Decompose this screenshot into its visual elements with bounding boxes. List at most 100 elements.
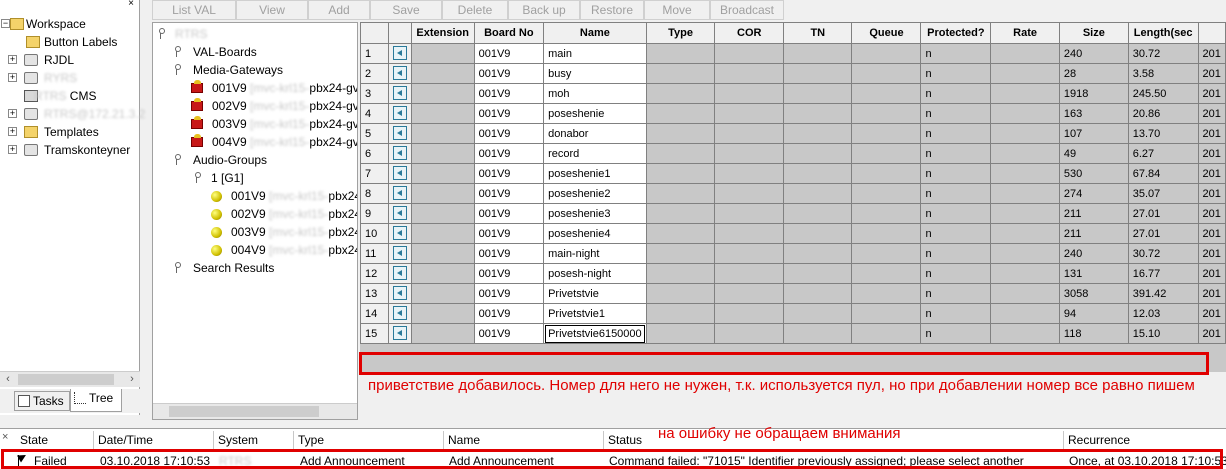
table-row[interactable]: 15 001V9 Privetstvie6150000 n 118 15.10 201 [360,323,1226,344]
cell-size[interactable]: 118 [1058,323,1129,344]
cell-board[interactable]: 001V9 [473,143,545,164]
cell-extra[interactable]: 201 [1197,223,1226,244]
table-row[interactable]: 7 001V9 poseshenie1 n 530 67.84 201 [360,163,1226,184]
cell-length[interactable]: 27.01 [1127,223,1199,244]
cell-board[interactable]: 001V9 [473,203,545,224]
cell-tn[interactable] [783,43,853,64]
toolbar-restore-button[interactable]: Restore [580,0,644,20]
cell-board[interactable]: 001V9 [473,63,545,84]
cell-extension[interactable] [410,43,475,64]
cell-queue[interactable] [851,283,922,304]
speaker-icon[interactable] [392,246,407,260]
cell-length[interactable]: 391.42 [1127,283,1199,304]
cell-name[interactable]: donabor [543,123,647,144]
speaker-icon[interactable] [392,86,407,100]
cell-type[interactable] [645,183,716,204]
close-icon[interactable]: × [2,431,8,443]
cell-tn[interactable] [783,123,853,144]
play-cell[interactable] [387,263,412,284]
cell-type[interactable] [645,303,716,324]
table-row[interactable]: 11 001V9 main-night n 240 30.72 201 [360,243,1226,264]
collapse-icon[interactable]: − [1,19,10,28]
cell-board[interactable]: 001V9 [473,263,545,284]
cell-name[interactable]: poseshenie4 [543,223,647,244]
cell-tn[interactable] [783,323,853,344]
cell-extension[interactable] [410,63,475,84]
col-recurrence[interactable]: Recurrence [1064,431,1226,449]
cell-queue[interactable] [851,223,922,244]
cell-name[interactable]: poseshenie2 [543,183,647,204]
toolbar-view-button[interactable]: View [236,0,308,20]
cell-queue[interactable] [851,163,922,184]
row-number[interactable]: 2 [360,63,389,84]
cell-rate[interactable] [990,43,1060,64]
play-cell[interactable] [387,43,412,64]
cell-type[interactable] [645,103,716,124]
expand-icon[interactable]: + [8,145,17,154]
cell-name[interactable]: record [543,143,647,164]
cell-cor[interactable] [714,163,785,184]
cell-queue[interactable] [851,43,922,64]
cell-length[interactable]: 12.03 [1127,303,1199,324]
cell-protected[interactable]: n [920,63,992,84]
cell-extra[interactable]: 201 [1197,243,1226,264]
cell-queue[interactable] [851,143,922,164]
play-cell[interactable] [387,303,412,324]
row-number[interactable]: 8 [360,183,389,204]
cell-protected[interactable]: n [920,303,992,324]
play-cell[interactable] [387,223,412,244]
speaker-icon[interactable] [392,66,407,80]
tree-item-search-results[interactable]: Search Results [173,259,274,277]
row-number[interactable]: 12 [360,263,389,284]
tree-item-media-gateways[interactable]: Media-Gateways [173,61,283,79]
row-number[interactable]: 7 [360,163,389,184]
toolbar-save-button[interactable]: Save [370,0,442,20]
cell-queue[interactable] [851,103,922,124]
cell-type[interactable] [645,203,716,224]
table-row[interactable]: 8 001V9 poseshenie2 n 274 35.07 201 [360,183,1226,204]
cell-size[interactable]: 1918 [1058,83,1129,104]
cell-length[interactable]: 30.72 [1127,43,1199,64]
cell-rate[interactable] [990,243,1060,264]
cell-size[interactable]: 49 [1058,143,1129,164]
cell-name[interactable]: poseshenie [543,103,647,124]
cell-extension[interactable] [410,223,475,244]
expand-icon[interactable]: + [8,73,17,82]
cell-protected[interactable]: n [920,123,992,144]
cell-cor[interactable] [714,243,785,264]
play-cell[interactable] [387,63,412,84]
workspace-item[interactable]: + RJDL [0,51,140,69]
cell-extra[interactable]: 201 [1197,163,1226,184]
play-cell[interactable] [387,203,412,224]
column-header-blank-13[interactable] [1197,22,1226,44]
expand-icon[interactable]: + [8,55,17,64]
cell-length[interactable]: 15.10 [1127,323,1199,344]
speaker-icon[interactable] [392,206,407,220]
cell-extra[interactable]: 201 [1197,123,1226,144]
cell-size[interactable]: 163 [1058,103,1129,124]
gateway-item[interactable]: 001V9 [mvc-krl15-pbx24-gv [191,79,357,97]
cell-name[interactable]: main-night [543,243,647,264]
cell-queue[interactable] [851,323,922,344]
column-header-extension[interactable]: Extension [410,22,475,44]
cell-rate[interactable] [990,103,1060,124]
expand-icon[interactable]: + [8,109,17,118]
cell-size[interactable]: 240 [1058,243,1129,264]
cell-extra[interactable]: 201 [1197,83,1226,104]
cell-board[interactable]: 001V9 [473,103,545,124]
column-header-cor[interactable]: COR [714,22,785,44]
cell-tn[interactable] [783,63,853,84]
cell-size[interactable]: 240 [1058,43,1129,64]
cell-protected[interactable]: n [920,83,992,104]
cell-extension[interactable] [410,283,475,304]
col-state[interactable]: State [14,431,94,449]
cell-extension[interactable] [410,83,475,104]
cell-extension[interactable] [410,143,475,164]
speaker-icon[interactable] [392,146,407,160]
cell-extra[interactable]: 201 [1197,43,1226,64]
tree-item-val-boards[interactable]: VAL-Boards [173,43,257,61]
cell-extension[interactable] [410,303,475,324]
column-header-type[interactable]: Type [645,22,716,44]
close-icon[interactable]: × [125,0,137,10]
cell-name[interactable]: Privetstvie [543,283,647,304]
